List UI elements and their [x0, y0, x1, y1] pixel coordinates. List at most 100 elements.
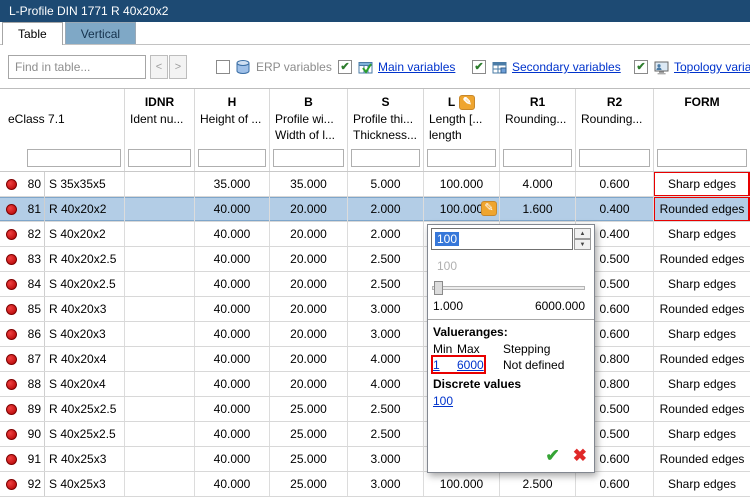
- cell-s: 3.000: [348, 472, 424, 496]
- column-desc: [654, 112, 750, 128]
- cell-form: Sharp edges: [654, 472, 750, 496]
- column-desc: Rounding...: [581, 112, 643, 126]
- column-header-s[interactable]: S Profile thi... Thickness...: [348, 89, 424, 171]
- main-variables-link[interactable]: Main variables: [378, 60, 455, 74]
- column-header-b[interactable]: B Profile wi... Width of l...: [270, 89, 348, 171]
- topology-variables-group: ✔ Topology varia: [634, 59, 750, 75]
- find-in-table-input[interactable]: [8, 55, 146, 79]
- cell-r1: 2.500: [500, 472, 576, 496]
- table-row[interactable]: 91 R 40x25x3 40.000 25.000 3.000 ✎ 0.600…: [0, 447, 750, 472]
- cell-form-value: Sharp edges: [667, 377, 737, 391]
- popup-separator: [428, 319, 594, 320]
- value-spinner: ▲ ▼: [574, 228, 591, 250]
- row-number: 91: [22, 447, 45, 471]
- cell-idnr: [125, 272, 195, 296]
- cell-h: 40.000: [195, 247, 270, 271]
- cell-l: 100.000 ✎: [424, 172, 500, 196]
- cell-idnr: [125, 322, 195, 346]
- table-row[interactable]: 86 S 40x20x3 40.000 20.000 3.000 ✎ 0.600…: [0, 322, 750, 347]
- length-slider[interactable]: [432, 279, 585, 297]
- table-row[interactable]: 81 R 40x20x2 40.000 20.000 2.000 100.000…: [0, 197, 750, 222]
- tab-vertical[interactable]: Vertical: [64, 22, 137, 44]
- column-header-l[interactable]: L ✎ Length [... length: [424, 89, 500, 171]
- table-row[interactable]: 82 S 40x20x2 40.000 20.000 2.000 ✎ 0.400…: [0, 222, 750, 247]
- cell-form: Sharp edges: [654, 372, 750, 396]
- filter-l-input[interactable]: [427, 149, 496, 167]
- table-row[interactable]: 83 R 40x20x2.5 40.000 20.000 2.500 ✎ 0.5…: [0, 247, 750, 272]
- cell-form: Rounded edges: [654, 347, 750, 371]
- slider-thumb[interactable]: [434, 281, 443, 295]
- column-header-r2[interactable]: R2 Rounding...: [576, 89, 654, 171]
- table-row[interactable]: 80 S 35x35x5 35.000 35.000 5.000 100.000…: [0, 172, 750, 197]
- table-row[interactable]: 92 S 40x25x3 40.000 25.000 3.000 100.000…: [0, 472, 750, 497]
- cell-form: Sharp edges: [654, 172, 750, 196]
- cell-h: 40.000: [195, 447, 270, 471]
- table-row[interactable]: 87 R 40x20x4 40.000 20.000 4.000 ✎ 0.800…: [0, 347, 750, 372]
- filter-s-input[interactable]: [351, 149, 420, 167]
- column-desc: Thickness...: [353, 128, 418, 142]
- erp-variables-checkbox[interactable]: [216, 60, 230, 74]
- main-variables-checkbox[interactable]: ✔: [338, 60, 352, 74]
- secondary-variables-link[interactable]: Secondary variables: [512, 60, 621, 74]
- filter-b-input[interactable]: [273, 149, 344, 167]
- max-value-link[interactable]: 6000: [457, 358, 503, 372]
- edit-pencil-icon[interactable]: ✎: [459, 94, 476, 110]
- column-header-r1[interactable]: R1 Rounding...: [500, 89, 576, 171]
- find-next-button[interactable]: >: [169, 55, 187, 79]
- cell-form-value: Rounded edges: [659, 452, 745, 466]
- cell-form-value: Rounded edges: [659, 302, 745, 316]
- topology-variables-checkbox[interactable]: ✔: [634, 60, 648, 74]
- table-row[interactable]: 90 S 40x25x2.5 40.000 25.000 2.500 ✎ 0.5…: [0, 422, 750, 447]
- table-row[interactable]: 89 R 40x25x2.5 40.000 25.000 2.500 ✎ 0.5…: [0, 397, 750, 422]
- secondary-variables-group: ✔ Secondary variables: [472, 59, 621, 75]
- filter-h-input[interactable]: [198, 149, 266, 167]
- topology-variables-link[interactable]: Topology varia: [674, 60, 750, 74]
- table-row[interactable]: 88 S 40x20x4 40.000 20.000 4.000 ✎ 0.800…: [0, 372, 750, 397]
- table-row[interactable]: 85 R 40x20x3 40.000 20.000 3.000 ✎ 0.600…: [0, 297, 750, 322]
- length-value-input[interactable]: 100: [431, 228, 573, 250]
- find-prev-button[interactable]: <: [150, 55, 168, 79]
- column-header-h[interactable]: H Height of ...: [195, 89, 270, 171]
- row-name: S 40x20x3: [45, 322, 125, 346]
- min-value-link[interactable]: 1: [433, 358, 457, 372]
- filter-r2-input[interactable]: [579, 149, 650, 167]
- edit-pencil-icon[interactable]: ✎: [481, 201, 497, 216]
- column-code: IDNR: [144, 95, 175, 109]
- table-row[interactable]: 84 S 40x20x2.5 40.000 20.000 2.500 ✎ 0.5…: [0, 272, 750, 297]
- spinner-up-button[interactable]: ▲: [574, 228, 591, 239]
- filter-r1-input[interactable]: [503, 149, 572, 167]
- main-variables-icon: [357, 59, 373, 75]
- cell-form-value: Rounded edges: [659, 202, 745, 216]
- discrete-value-link[interactable]: 100: [433, 394, 453, 408]
- cell-l-value: 100.000: [439, 177, 484, 191]
- confirm-icon[interactable]: ✔: [546, 446, 560, 466]
- filter-form-input[interactable]: [657, 149, 747, 167]
- column-code: R2: [606, 95, 623, 109]
- cancel-icon[interactable]: ✖: [573, 446, 587, 466]
- cell-idnr: [125, 197, 195, 221]
- tab-bar: Table Vertical: [0, 22, 750, 45]
- spinner-down-button[interactable]: ▼: [574, 239, 591, 250]
- row-name: S 40x25x2.5: [45, 422, 125, 446]
- row-name: S 35x35x5: [45, 172, 125, 196]
- column-desc: Length [...: [429, 112, 483, 126]
- row-icon-cell: [0, 322, 22, 346]
- filter-name-input[interactable]: [27, 149, 121, 167]
- column-header-form[interactable]: FORM: [654, 89, 750, 171]
- filter-idnr-input[interactable]: [128, 149, 191, 167]
- cell-idnr: [125, 397, 195, 421]
- cell-form-value: Sharp edges: [667, 427, 737, 441]
- tab-table[interactable]: Table: [2, 22, 63, 45]
- cell-s: 2.000: [348, 197, 424, 221]
- column-header-idnr[interactable]: IDNR Ident nu...: [125, 89, 195, 171]
- row-number: 82: [22, 222, 45, 246]
- column-code: FORM: [684, 95, 720, 109]
- row-icon-cell: [0, 172, 22, 196]
- column-desc: length: [429, 128, 462, 142]
- cell-h: 40.000: [195, 372, 270, 396]
- cell-idnr: [125, 222, 195, 246]
- secondary-variables-checkbox[interactable]: ✔: [472, 60, 486, 74]
- previous-value-label: 100: [437, 259, 458, 273]
- column-header-name: eClass 7.1: [0, 89, 125, 171]
- table-body: 80 S 35x35x5 35.000 35.000 5.000 100.000…: [0, 172, 750, 497]
